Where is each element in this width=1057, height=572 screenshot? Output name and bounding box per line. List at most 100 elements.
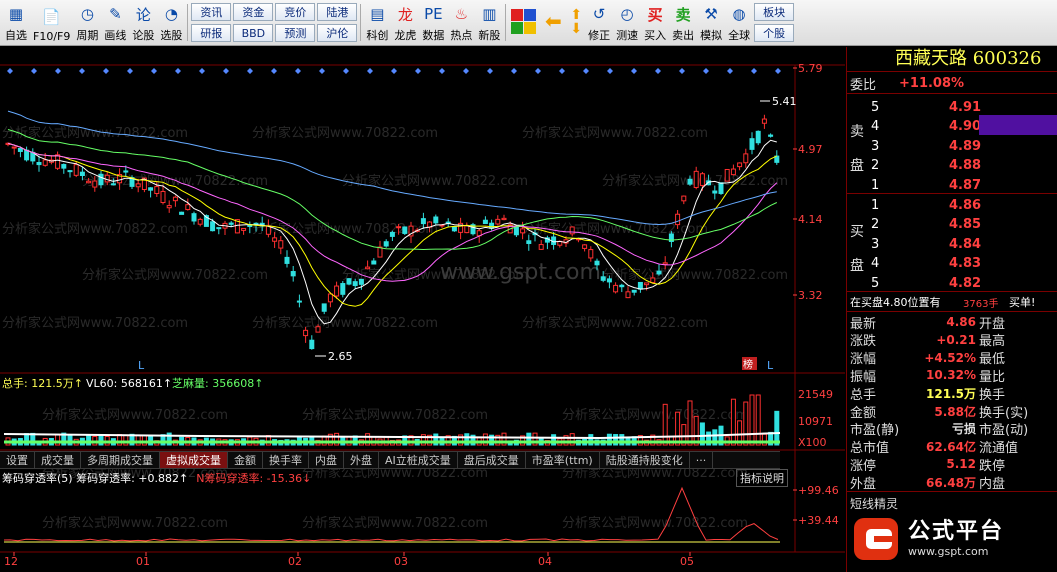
order-action: 买单! [1009, 296, 1036, 309]
candle-body [687, 178, 693, 185]
candle-body [315, 326, 321, 333]
select-stock-icon: ◔ [164, 5, 178, 23]
candle-body [110, 183, 116, 186]
candle-body [699, 173, 705, 186]
tb2-button-4[interactable]: ▥ 新股 [475, 0, 503, 45]
tb3-button-0[interactable]: ↺ 修正 [585, 0, 613, 45]
tab-11[interactable]: 陆股通持股变化 [600, 452, 690, 468]
tab-9[interactable]: 盘后成交量 [458, 452, 526, 468]
candle-body [749, 138, 755, 150]
rank-badge-text[interactable]: 榜 [743, 358, 753, 371]
stat-label-2: 最低 [979, 352, 1006, 368]
candle-body [730, 168, 736, 176]
tb2-button-0[interactable]: ▤ 科创 [363, 0, 391, 45]
indicator-tick: +39.44 [798, 514, 839, 527]
stat-row: 涨跌 +0.21 最高 [847, 331, 1057, 350]
pe-icon: PE [424, 5, 443, 23]
candle-body [377, 246, 383, 258]
tab-7[interactable]: 外盘 [344, 452, 379, 468]
back-button[interactable]: ⬅ [539, 0, 567, 45]
stat-value: 5.12 [946, 457, 976, 472]
buy-icon: 买 [647, 5, 663, 24]
tb1-button-5[interactable]: ◔ 选股 [157, 0, 185, 45]
tb3-button-5[interactable]: ◍ 全球 [725, 0, 753, 45]
spirit-label[interactable]: 短线精灵 [850, 495, 898, 512]
tab-3[interactable]: 虚拟成交量 [160, 452, 228, 468]
kline-chart[interactable]: 分析家公式网www.70822.com 分析家公式网www.70822.com 分析… [0, 47, 845, 572]
tab-0[interactable]: 设置 [0, 452, 35, 468]
block-button-0[interactable]: 板块 [754, 3, 795, 21]
block-button-1[interactable]: 个股 [754, 24, 795, 42]
candle-body [464, 225, 470, 234]
tb2-button-3[interactable]: ♨ 热点 [447, 0, 475, 45]
candle-body [210, 221, 216, 232]
sell-price: 4.91 [949, 99, 982, 115]
l-marker[interactable]: L [767, 359, 774, 372]
indicator-header: 筹码穿透率(5) 筹码穿透率: +0.882↑ N筹码穿透率: -15.36↓ … [0, 469, 790, 487]
tab-8[interactable]: AI立桩成交量 [379, 452, 458, 468]
red-swatch-icon [511, 9, 524, 21]
tb3-button-2[interactable]: 买买入 [641, 0, 669, 45]
stat-label: 振幅 [850, 369, 877, 385]
watermark-text: 分析家公式网www.70822.com [2, 221, 188, 237]
sell-highlight [979, 115, 1057, 135]
pair-button-2-0[interactable]: 竞价 [275, 3, 316, 21]
candle-body [489, 222, 495, 229]
indicator-help-button[interactable]: 指标说明 [736, 469, 788, 487]
quote-row: 2 4.85 [847, 215, 1057, 235]
stat-label: 市盈(静) [850, 423, 900, 439]
candle-body [681, 195, 687, 202]
l-marker[interactable]: L [138, 359, 145, 372]
speed-icon: ◴ [620, 5, 634, 23]
stat-value: +4.52% [924, 350, 976, 365]
candle-body [86, 180, 92, 184]
tb1-button-2[interactable]: ◷ 周期 [73, 0, 101, 45]
tab-5[interactable]: 换手率 [263, 452, 309, 468]
candle-body [712, 190, 718, 194]
tb3-button-3[interactable]: 卖卖出 [669, 0, 697, 45]
candle-body [656, 270, 662, 275]
tb3-button-4[interactable]: ⚒ 模拟 [697, 0, 725, 45]
candle-body [179, 211, 185, 215]
pair-button-1-1[interactable]: BBD [233, 24, 274, 42]
tab-1[interactable]: 成交量 [35, 452, 81, 468]
tb1-button-3[interactable]: ✎ 画线 [101, 0, 129, 45]
pair-button-0-1[interactable]: 研报 [191, 24, 232, 42]
tb3-button-1[interactable]: ◴ 测速 [613, 0, 641, 45]
pencil-icon: ✎ [109, 5, 122, 23]
stat-label: 涨停 [850, 458, 877, 474]
candle-body [98, 173, 104, 186]
color-palette-button[interactable] [508, 0, 539, 45]
buy-level: 2 [871, 217, 880, 233]
stat-label-2: 最高 [979, 334, 1006, 350]
quote-row: 5 4.91 [847, 97, 1057, 117]
tb2-label-4: 新股 [478, 29, 501, 42]
pair-button-0-0[interactable]: 资讯 [191, 3, 232, 21]
candle-body [247, 224, 253, 228]
tb2-button-2[interactable]: PE 数据 [419, 0, 447, 45]
candle-body [650, 277, 656, 283]
tb1-button-1[interactable]: 📄 F10/F9 [30, 0, 73, 45]
tab-4[interactable]: 金额 [228, 452, 263, 468]
candle-body [433, 216, 439, 224]
tab-2[interactable]: 多周期成交量 [81, 452, 160, 468]
tb1-button-0[interactable]: ▦ 自选 [2, 0, 30, 45]
tb1-button-4[interactable]: 论论股 [129, 0, 157, 45]
stat-label-2: 跌停 [979, 458, 1006, 474]
candle-body [451, 226, 457, 232]
tab-12[interactable]: ··· [690, 452, 714, 468]
tb2-button-1[interactable]: 龙龙虎 [391, 0, 419, 45]
toolbar: ▦ 自选 📄 F10/F9 ◷ 周期 ✎ 画线论论股 ◔ 选股 资讯研报 资金 BBD 竞价预测 陆港沪伦… [0, 0, 1057, 46]
stat-label: 涨幅 [850, 352, 877, 368]
updown-button[interactable]: ⬆ ⬇ [567, 0, 585, 45]
stat-row: 总市值 62.64亿 流通值 [847, 438, 1057, 456]
pair-button-2-1[interactable]: 预测 [275, 24, 316, 42]
pair-button-3-0[interactable]: 陆港 [317, 3, 358, 21]
candle-body [104, 174, 110, 183]
pair-button-1-0[interactable]: 资金 [233, 3, 274, 21]
tab-6[interactable]: 内盘 [309, 452, 344, 468]
tb3-label-0: 修正 [588, 29, 611, 42]
tab-10[interactable]: 市盈率(ttm) [526, 452, 600, 468]
pair-button-3-1[interactable]: 沪伦 [317, 24, 358, 42]
buy-price: 4.86 [949, 197, 982, 213]
